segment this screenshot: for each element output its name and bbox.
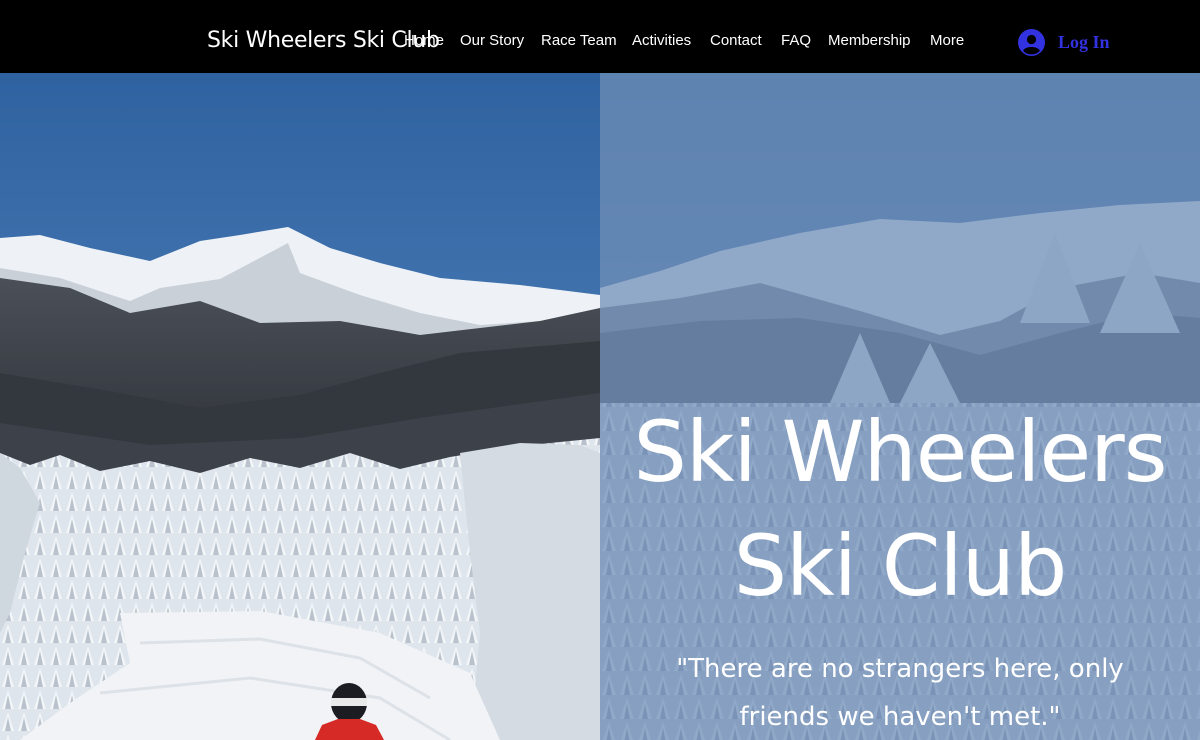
nav-activities[interactable]: Activities	[632, 32, 691, 49]
login-label: Log In	[1058, 31, 1110, 52]
nav-home[interactable]: Home	[404, 32, 444, 49]
nav-our-story[interactable]: Our Story	[460, 32, 524, 49]
nav-contact[interactable]: Contact	[710, 32, 762, 49]
mountain-photo	[0, 73, 600, 740]
nav-more[interactable]: More	[930, 32, 964, 49]
hero-quote-line-1: "There are no strangers here, only	[676, 654, 1124, 684]
nav-membership[interactable]: Membership	[828, 32, 911, 49]
hero-quote-line-2: friends we haven't met."	[739, 702, 1061, 732]
hero-title-line-2: Ski Club	[733, 517, 1068, 615]
nav-faq[interactable]: FAQ	[781, 32, 811, 49]
login-button[interactable]: Log In	[1018, 28, 1110, 56]
hero-section: Ski Wheelers Ski Club "There are no stra…	[0, 73, 1200, 740]
hero-quote: "There are no strangers here, only frien…	[660, 645, 1140, 740]
hero-title: Ski Wheelers Ski Club	[600, 395, 1200, 623]
user-avatar-icon	[1018, 28, 1045, 56]
hero-title-line-1: Ski Wheelers	[633, 403, 1168, 501]
nav-race-team[interactable]: Race Team	[541, 32, 617, 49]
site-header: Ski Wheelers Ski Club Home Our Story Rac…	[0, 0, 1200, 73]
